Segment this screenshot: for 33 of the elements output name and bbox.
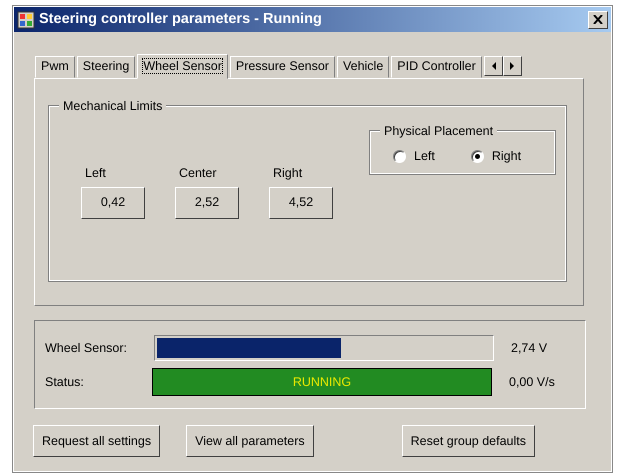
close-button[interactable] xyxy=(588,10,608,28)
limit-label: Left xyxy=(84,165,107,182)
radio-dot-icon xyxy=(474,154,480,159)
tab[interactable]: Pressure Sensor xyxy=(230,56,335,78)
field-label: Status: xyxy=(45,374,85,391)
scroll-left-button[interactable] xyxy=(484,56,503,76)
tab[interactable]: Vehicle xyxy=(336,56,390,78)
radio-label: Right xyxy=(492,148,522,165)
rate-reading: 0,00 V/s xyxy=(509,374,555,391)
limit-value-button[interactable]: 2,52 xyxy=(175,186,239,219)
radio-button[interactable] xyxy=(470,150,484,163)
action-button[interactable]: View all parameters xyxy=(186,425,314,457)
tab[interactable]: Pwm xyxy=(35,56,75,78)
left-arrow-icon xyxy=(490,62,496,70)
field-label: Wheel Sensor: xyxy=(45,340,128,357)
close-icon xyxy=(593,15,603,24)
scroll-right-button[interactable] xyxy=(502,56,522,76)
right-arrow-icon xyxy=(510,62,515,70)
app-icon xyxy=(17,10,35,28)
limit-label: Center xyxy=(178,165,218,182)
sensor-reading: 2,74 V xyxy=(511,340,548,357)
window-title: Steering controller parameters - Running xyxy=(39,10,322,29)
limit-value-button[interactable]: 4,52 xyxy=(269,186,333,219)
radio-label: Left xyxy=(414,148,435,165)
action-button[interactable]: Request all settings xyxy=(33,425,160,457)
action-button[interactable]: Reset group defaults xyxy=(402,425,535,457)
tab[interactable]: Steering xyxy=(76,56,136,78)
limit-value-button[interactable]: 0,42 xyxy=(81,186,145,219)
status-indicator: RUNNING xyxy=(152,368,492,396)
tab[interactable]: PID Controller xyxy=(391,56,482,78)
tab[interactable]: Wheel Sensor xyxy=(137,54,228,79)
radio-button[interactable] xyxy=(393,150,406,163)
limit-label: Right xyxy=(272,165,304,182)
